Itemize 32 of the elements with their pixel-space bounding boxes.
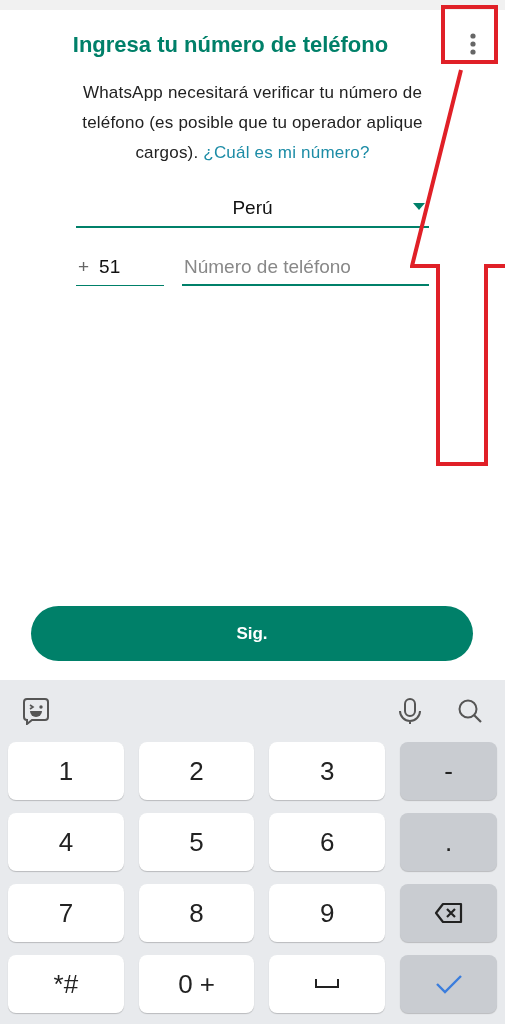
search-icon[interactable] <box>457 698 483 724</box>
country-dropdown[interactable]: Perú <box>76 190 429 228</box>
backspace-key[interactable] <box>400 884 497 942</box>
keyboard-key[interactable]: 1 <box>8 742 124 800</box>
keyboard-key[interactable]: 3 <box>269 742 386 800</box>
keyboard-key[interactable]: 2 <box>138 742 255 800</box>
phone-help-link[interactable]: ¿Cuál es mi número? <box>203 143 370 162</box>
annotation-box <box>441 5 498 64</box>
plus-sign: + <box>78 255 90 280</box>
intro-text: WhatsApp necesitará verificar tu número de teléfono (es posible que tu operador aplique cargos). ¿Cuál es mi número? <box>81 82 424 164</box>
phone-number-field[interactable]: Número de teléfono <box>182 250 429 286</box>
keyboard-key[interactable]: 9 <box>269 884 386 942</box>
keyboard-key[interactable]: . <box>400 813 497 871</box>
keyboard-key[interactable]: 4 <box>8 813 124 871</box>
screen-title: Ingresa tu número de teléfono <box>71 30 390 59</box>
keyboard-key[interactable]: *# <box>8 955 124 1013</box>
keyboard-key[interactable]: 0 + <box>138 955 255 1013</box>
keyboard-key[interactable]: - <box>400 742 497 800</box>
backspace-icon <box>433 902 464 924</box>
dropdown-arrow-icon <box>413 203 425 210</box>
emoji-sticker-icon[interactable] <box>22 697 50 725</box>
checkmark-icon <box>434 974 463 994</box>
keyboard-key[interactable]: 5 <box>138 813 255 871</box>
country-code: 51 <box>99 255 121 280</box>
microphone-icon[interactable] <box>397 697 423 725</box>
keyboard-key[interactable]: 8 <box>138 884 255 942</box>
space-bar-icon <box>315 979 340 989</box>
keyboard-key[interactable]: 6 <box>269 813 386 871</box>
next-button[interactable]: Sig. <box>31 606 473 661</box>
country-code-field[interactable]: + 51 <box>76 250 164 286</box>
more-options-icon <box>470 33 476 55</box>
keyboard-key[interactable]: 7 <box>8 884 124 942</box>
